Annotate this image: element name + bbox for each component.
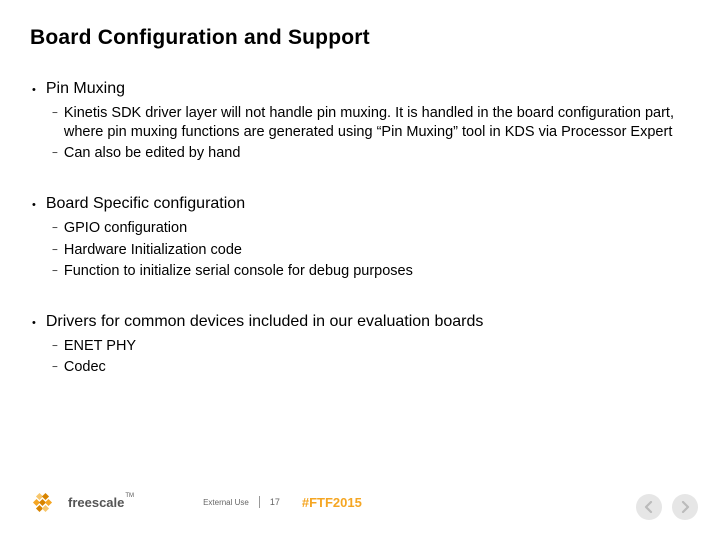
sub-text: Codec: [64, 358, 106, 377]
bullet-item: • Drivers for common devices included in…: [30, 311, 690, 377]
chevron-left-icon: [644, 501, 654, 513]
freescale-logo-icon: [30, 490, 62, 514]
bullet-dot-icon: •: [30, 195, 36, 215]
sub-text: Kinetis SDK driver layer will not handle…: [64, 104, 690, 142]
content-area: • Pin Muxing − Kinetis SDK driver layer …: [30, 78, 690, 377]
trademark-icon: TM: [125, 493, 134, 499]
brand-name: freescale: [68, 495, 124, 510]
divider: [259, 496, 260, 508]
sub-text: Hardware Initialization code: [64, 241, 242, 260]
bullet-head: • Drivers for common devices included in…: [30, 311, 690, 333]
bullet-item: • Board Specific configuration − GPIO co…: [30, 193, 690, 280]
next-button[interactable]: [672, 494, 698, 520]
sub-item: − Codec: [52, 358, 690, 377]
sub-item: − Can also be edited by hand: [52, 144, 690, 163]
sub-list: − Kinetis SDK driver layer will not hand…: [30, 104, 690, 163]
bullet-title: Board Specific configuration: [46, 193, 245, 215]
page-title: Board Configuration and Support: [30, 26, 690, 50]
bullet-head: • Board Specific configuration: [30, 193, 690, 215]
dash-icon: −: [52, 244, 58, 258]
bullet-item: • Pin Muxing − Kinetis SDK driver layer …: [30, 78, 690, 163]
slide: Board Configuration and Support • Pin Mu…: [0, 0, 720, 540]
bullet-dot-icon: •: [30, 313, 36, 333]
bullet-head: • Pin Muxing: [30, 78, 690, 100]
sub-item: − Function to initialize serial console …: [52, 262, 690, 281]
dash-icon: −: [52, 107, 58, 121]
sub-item: − ENET PHY: [52, 337, 690, 356]
sub-item: − Hardware Initialization code: [52, 241, 690, 260]
dash-icon: −: [52, 147, 58, 161]
bullet-title: Pin Muxing: [46, 78, 125, 100]
sub-text: ENET PHY: [64, 337, 136, 356]
chevron-right-icon: [680, 501, 690, 513]
sub-item: − GPIO configuration: [52, 219, 690, 238]
sub-item: − Kinetis SDK driver layer will not hand…: [52, 104, 690, 142]
external-use-label: External Use: [203, 498, 249, 507]
sub-list: − ENET PHY − Codec: [30, 337, 690, 377]
dash-icon: −: [52, 361, 58, 375]
dash-icon: −: [52, 222, 58, 236]
hashtag-label: #FTF2015: [302, 495, 362, 510]
nav-controls: [636, 494, 698, 520]
sub-list: − GPIO configuration − Hardware Initiali…: [30, 219, 690, 280]
sub-text: Can also be edited by hand: [64, 144, 241, 163]
bullet-title: Drivers for common devices included in o…: [46, 311, 484, 333]
sub-text: GPIO configuration: [64, 219, 187, 238]
page-number: 17: [270, 497, 280, 507]
bullet-dot-icon: •: [30, 80, 36, 100]
dash-icon: −: [52, 340, 58, 354]
footer: freescale TM External Use 17 #FTF2015: [0, 484, 720, 520]
brand-logo: freescale TM: [30, 490, 133, 514]
prev-button[interactable]: [636, 494, 662, 520]
sub-text: Function to initialize serial console fo…: [64, 262, 413, 281]
dash-icon: −: [52, 265, 58, 279]
